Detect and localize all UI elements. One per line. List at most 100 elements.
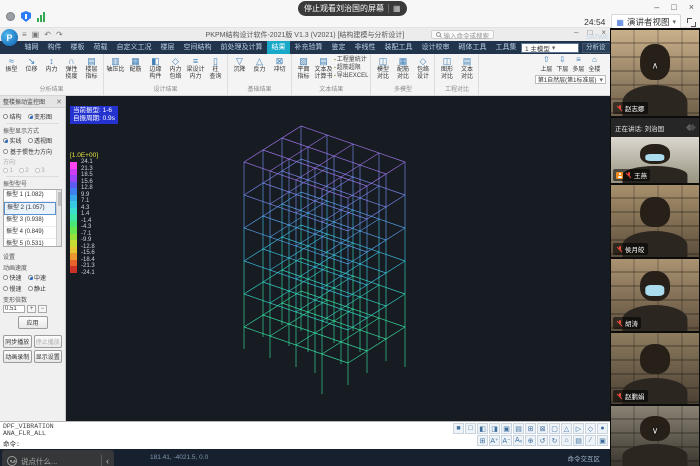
ribbon-tab[interactable]: 补充验算 bbox=[290, 41, 327, 54]
ribbon-tab[interactable]: 荷载 bbox=[89, 41, 112, 54]
tile-chevron-icon[interactable]: ∧ bbox=[652, 61, 659, 72]
ribbon-button[interactable]: ▽沉降 bbox=[230, 55, 249, 74]
view-tool-icon[interactable]: A⁻ bbox=[501, 435, 512, 446]
ribbon-button[interactable]: ▦配筋 bbox=[126, 55, 145, 74]
tile-chevron-icon[interactable]: ∨ bbox=[652, 426, 659, 437]
view-tool-icon[interactable]: ◇ bbox=[585, 423, 596, 434]
view-tool-icon[interactable]: ▣ bbox=[501, 423, 512, 434]
mode-list-item[interactable]: 振型 1 (1.082) bbox=[4, 190, 56, 202]
view-tool-icon[interactable]: ▢ bbox=[549, 423, 560, 434]
ribbon-button[interactable]: △反力 bbox=[250, 55, 269, 74]
panel-button[interactable]: 动画录制 bbox=[3, 350, 32, 363]
chat-input[interactable]: 说点什么... ‹ bbox=[2, 450, 114, 466]
ribbon-button[interactable]: ▦配筋 对比 bbox=[393, 55, 412, 80]
ribbon-button[interactable]: ▧平面 指标 bbox=[294, 55, 313, 80]
ribbon-tab[interactable]: 设计校审 bbox=[417, 41, 454, 54]
ribbon-button[interactable]: ◇包络 设计 bbox=[413, 55, 432, 80]
quick-access-icon[interactable]: ≡ bbox=[22, 30, 27, 39]
panel-button[interactable]: 显示设置 bbox=[34, 350, 63, 363]
radio-option[interactable]: 快速 bbox=[3, 273, 22, 282]
view-tool-icon[interactable]: △ bbox=[561, 423, 572, 434]
radio-option[interactable]: 结构 bbox=[3, 112, 22, 121]
ribbon-button[interactable]: ⊠冲切 bbox=[270, 55, 289, 74]
emoji-icon[interactable] bbox=[7, 456, 17, 466]
ribbon-button[interactable]: ≡梁设计 内力 bbox=[186, 55, 205, 80]
close-button[interactable]: × bbox=[689, 2, 694, 12]
floor-nav-button[interactable]: ⌂全楼 bbox=[588, 55, 600, 73]
view-tool-icon[interactable]: ⊞ bbox=[477, 435, 488, 446]
floor-select[interactable]: 第1自然层(第1标准层) ▾ bbox=[535, 75, 606, 84]
ribbon-tab[interactable]: 轴网 bbox=[20, 41, 43, 54]
ribbon-button[interactable]: ∩弹性 挠度 bbox=[62, 55, 81, 80]
ribbon-tab[interactable]: 工具集 bbox=[491, 41, 521, 54]
ribbon-button[interactable]: ◇内力 包络 bbox=[166, 55, 185, 80]
radio-option[interactable]: 变形图 bbox=[28, 112, 53, 121]
view-tool-icon[interactable]: A⁺ bbox=[489, 435, 500, 446]
ribbon-button[interactable]: ▥轴压比 bbox=[106, 55, 125, 74]
radio-option[interactable]: 慢速 bbox=[3, 284, 22, 293]
view-tool-icon[interactable]: ⊞ bbox=[525, 423, 536, 434]
view-tool-icon[interactable]: ∕ bbox=[585, 435, 596, 446]
spinner-down-button[interactable]: − bbox=[38, 305, 47, 313]
minimize-button[interactable]: – bbox=[654, 2, 659, 12]
panel-close-icon[interactable]: ✕ bbox=[56, 98, 62, 106]
quick-access-icon[interactable]: ▣ bbox=[32, 30, 40, 39]
ribbon-tab[interactable]: 砌体工具 bbox=[454, 41, 491, 54]
participant-tile[interactable]: ∨ bbox=[611, 406, 699, 466]
ribbon-button[interactable]: ▤楼层 指标 bbox=[82, 55, 101, 80]
mode-list-item[interactable]: 振型 3 (0.938) bbox=[4, 215, 56, 227]
ribbon-tab[interactable]: 楼层 bbox=[156, 41, 179, 54]
view-tool-icon[interactable]: ● bbox=[597, 423, 608, 434]
collapse-chat-icon[interactable]: ‹ bbox=[106, 456, 109, 466]
quick-access-icon[interactable]: ↷ bbox=[56, 30, 63, 39]
view-tool-icon[interactable]: Aₓ bbox=[513, 435, 524, 446]
view-tool-icon[interactable]: ↻ bbox=[549, 435, 560, 446]
panel-button[interactable]: 同步播放 bbox=[3, 335, 32, 348]
ribbon-tab[interactable]: 结果 bbox=[267, 41, 290, 54]
ribbon-tab[interactable]: 装配工具 bbox=[380, 41, 417, 54]
command-search-input[interactable]: 输入命令或搜索 bbox=[431, 30, 495, 39]
pill-grid-icon[interactable]: ▦ bbox=[393, 4, 401, 13]
ribbon-button[interactable]: ▤文本 对比 bbox=[457, 55, 476, 80]
participant-tile[interactable]: 侯月皎 bbox=[611, 185, 699, 257]
participant-tile[interactable]: 赵鹏娟 bbox=[611, 333, 699, 404]
ribbon-button[interactable]: ↕内力 bbox=[42, 55, 61, 74]
view-tool-icon[interactable]: ▣ bbox=[597, 435, 608, 446]
view-tool-icon[interactable]: ◨ bbox=[489, 423, 500, 434]
view-tool-icon[interactable]: ▷ bbox=[573, 423, 584, 434]
radio-option[interactable]: 静止 bbox=[28, 284, 47, 293]
view-tool-icon[interactable]: ▤ bbox=[513, 423, 524, 434]
ribbon-tab[interactable]: 自定义工况 bbox=[112, 41, 156, 54]
command-area[interactable]: DPF_VIBRATIONANA_FLR_ALL 命令: ■□◧◨▣▤⊞⊠▢△▷… bbox=[0, 421, 610, 449]
view-tool-icon[interactable]: ◧ bbox=[477, 423, 488, 434]
participant-tile[interactable]: 胡涛 bbox=[611, 259, 699, 331]
panel-button[interactable]: 停止播放 bbox=[34, 335, 63, 348]
view-tool-icon[interactable]: ⊕ bbox=[525, 435, 536, 446]
viewport-3d[interactable]: 当前振型: 1-6 自振周期: 0.9s [1.0E+00] 24.121.31… bbox=[66, 96, 610, 421]
maximize-button[interactable]: □ bbox=[671, 2, 676, 12]
mode-list-item[interactable]: 振型 5 (0.531) bbox=[4, 239, 56, 247]
ribbon-tab[interactable]: 非线性 bbox=[350, 41, 380, 54]
mode-list-scrollbar[interactable] bbox=[56, 190, 61, 246]
fullscreen-button[interactable] bbox=[687, 18, 696, 27]
ribbon-button[interactable]: ◫图形 对比 bbox=[437, 55, 456, 80]
stop-watching-pill[interactable]: 停止观看刘治国的屏幕 ▦ bbox=[298, 1, 407, 16]
ribbon-button[interactable]: ≈振型 bbox=[2, 55, 21, 74]
view-tool-icon[interactable]: ▤ bbox=[573, 435, 584, 446]
mode-list[interactable]: 振型 1 (1.082)振型 2 (1.057)振型 3 (0.938)振型 4… bbox=[3, 189, 62, 247]
radio-option[interactable]: 实线 bbox=[3, 136, 22, 145]
view-tool-icon[interactable]: ⌂ bbox=[561, 435, 572, 446]
floor-nav-button[interactable]: ≡多层 bbox=[572, 55, 584, 73]
app-minimize-button[interactable]: – bbox=[574, 28, 578, 37]
spinner-up-button[interactable]: + bbox=[27, 305, 36, 313]
radio-option[interactable]: 透视图 bbox=[28, 136, 53, 145]
inertia-radio-option[interactable]: 基于惯性力方向 bbox=[3, 147, 62, 156]
scale-input[interactable] bbox=[3, 305, 25, 313]
ribbon-small-button[interactable]: 工程量统计 bbox=[334, 57, 368, 64]
ribbon-tab[interactable]: 鉴定 bbox=[327, 41, 350, 54]
ribbon-button[interactable]: ▤文本及 计算书 bbox=[314, 55, 333, 80]
ribbon-tab[interactable]: 楼板 bbox=[66, 41, 89, 54]
ribbon-button[interactable]: ◧边缘 构件 bbox=[146, 55, 165, 80]
command-prompt[interactable]: 命令: bbox=[3, 438, 20, 448]
ribbon-small-button[interactable]: 超筋超限 bbox=[334, 65, 368, 72]
